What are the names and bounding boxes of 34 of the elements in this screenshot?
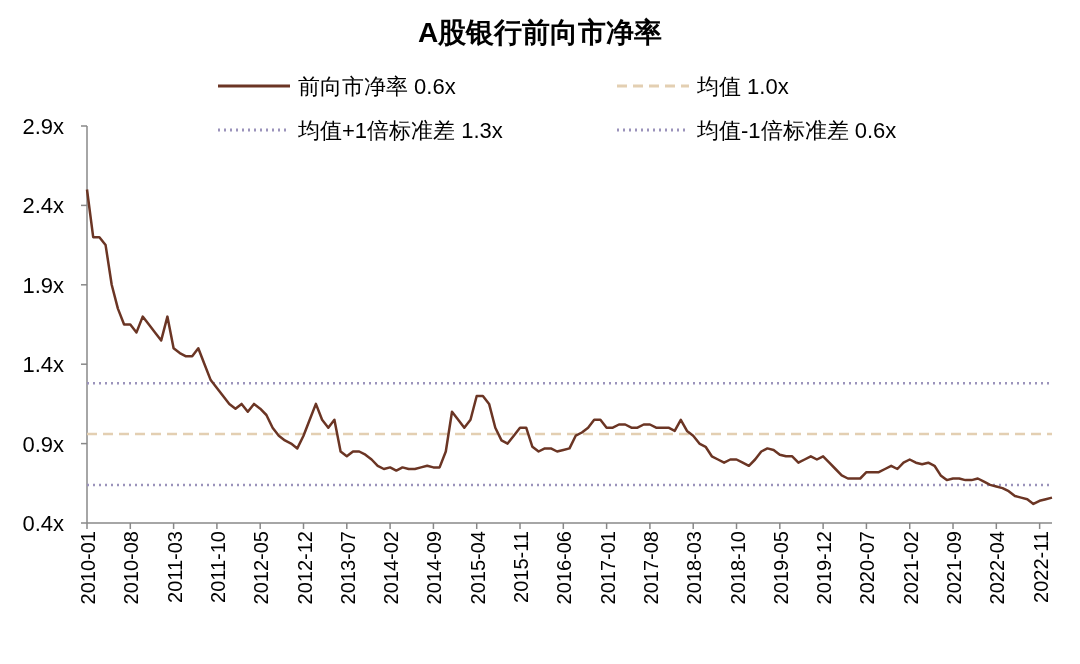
x-tick-label: 2022-04 <box>986 531 1009 605</box>
legend-label: 均值-1倍标准差 0.6x <box>697 118 897 143</box>
legend-label: 均值 1.0x <box>697 74 789 99</box>
x-tick-label: 2018-03 <box>683 531 706 605</box>
x-tick-label: 2015-04 <box>466 531 489 605</box>
y-tick-label: 1.9x <box>22 272 64 298</box>
x-tick-label: 2020-07 <box>856 531 879 605</box>
x-tick-label: 2011-03 <box>163 531 186 603</box>
x-tick-label: 2019-05 <box>769 531 792 605</box>
x-tick-label: 2014-02 <box>380 531 403 605</box>
x-tick-label: 2014-09 <box>423 531 446 605</box>
x-tick-label: 2019-12 <box>813 531 836 605</box>
x-tick-label: 2017-01 <box>596 531 619 605</box>
x-tick-label: 2017-08 <box>639 531 662 605</box>
y-tick-label: 1.4x <box>22 352 64 378</box>
y-tick-label: 0.4x <box>22 511 64 536</box>
chart-title: A股银行前向市净率 <box>417 17 663 48</box>
y-tick-label: 2.4x <box>22 193 64 219</box>
y-tick-label: 2.9x <box>22 114 64 139</box>
x-tick-label: 2010-01 <box>77 531 99 605</box>
x-tick-label: 2012-05 <box>250 531 273 605</box>
x-tick-label: 2013-07 <box>336 531 359 605</box>
x-tick-label: 2021-02 <box>899 531 922 605</box>
legend-label: 均值+1倍标准差 1.3x <box>298 118 503 143</box>
x-tick-label: 2010-08 <box>120 531 143 605</box>
x-tick-label: 2012-12 <box>293 531 316 605</box>
x-tick-label: 2022-11 <box>1029 531 1052 603</box>
x-tick-label: 2018-10 <box>726 531 749 605</box>
x-tick-label: 2021-09 <box>943 531 966 605</box>
x-tick-label: 2015-11 <box>510 531 532 603</box>
y-tick-label: 0.9x <box>22 431 64 457</box>
x-tick-label: 2016-06 <box>553 531 576 605</box>
legend-label: 前向市净率 0.6x <box>298 74 456 99</box>
x-tick-label: 2011-10 <box>206 531 229 603</box>
